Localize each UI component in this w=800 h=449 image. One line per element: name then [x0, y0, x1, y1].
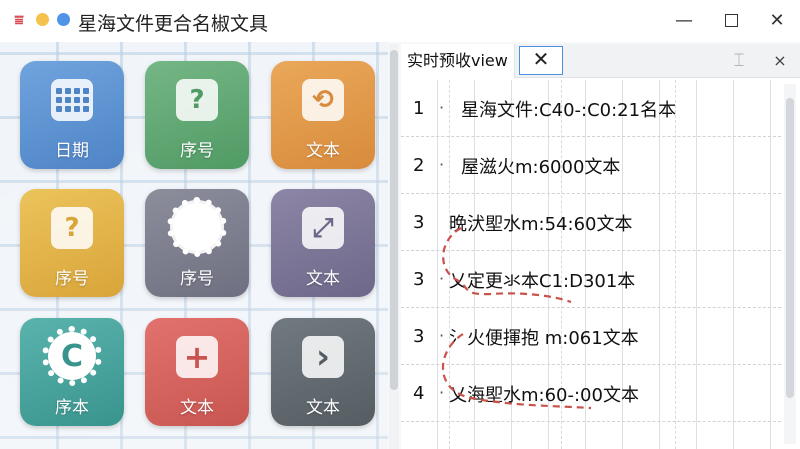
row-bullet: ·: [439, 98, 445, 117]
row-text: 乂定更氺本C1:D301本: [449, 271, 636, 292]
list-scroll-thumb[interactable]: [786, 98, 794, 398]
list-item[interactable]: 3 晩汱堲水m:54:60文本: [401, 194, 781, 251]
tile-label: 序号: [180, 141, 214, 161]
list-item[interactable]: 2 · 屋滋火m:6000文本: [401, 137, 781, 194]
tile-label: 文本: [306, 269, 340, 289]
list-item[interactable]: 4 · 乂海堲水m:60-:00文本: [401, 365, 781, 422]
gear-c-icon: C: [42, 326, 102, 386]
tile-label: 文本: [306, 398, 340, 418]
window-title: 星海文件更合名椒文具: [78, 13, 269, 35]
tile-sequence[interactable]: ? 序号: [145, 61, 249, 169]
tile-label: 序本: [55, 398, 89, 418]
row-bullet: ·: [439, 155, 445, 174]
question-icon: ?: [176, 79, 218, 121]
minimize-button[interactable]: —: [671, 8, 697, 34]
title-bar: ⩸ 星海文件更合名椒文具 — ✕: [0, 0, 800, 42]
panel-close-button[interactable]: ×: [771, 50, 789, 72]
close-button[interactable]: ✕: [764, 8, 790, 34]
tile-sequence-settings[interactable]: 序号: [145, 189, 249, 297]
list-item[interactable]: 3 · 乂定更氺本C1:D301本: [401, 251, 781, 308]
row-text: 氵火便揮抱 m:061文本: [449, 328, 639, 349]
row-number: 3: [413, 212, 425, 233]
preview-list: 1 · 星海文件:C40-:C0:21名本 2 · 屋滋火m:6000文本 3 …: [401, 80, 781, 449]
preview-tab-bar: 实时预收view ✕ ⌶ ×: [401, 44, 800, 78]
tile-label: 序号: [180, 269, 214, 289]
loop-icon: ⟲: [302, 79, 344, 121]
preview-panel: 实时预收view ✕ ⌶ × 1 · 星海文件:C40-:C0:21名本 2 ·…: [401, 44, 800, 449]
maximize-button[interactable]: [718, 8, 744, 34]
gear-icon: [167, 197, 227, 257]
row-number: 4: [413, 383, 425, 404]
tab-preview[interactable]: 实时预收view: [401, 44, 515, 78]
plus-icon: +: [176, 336, 218, 378]
row-text: 乂海堲水m:60-:00文本: [449, 385, 639, 406]
list-scrollbar[interactable]: [784, 84, 796, 444]
tile-text[interactable]: ⟲ 文本: [271, 61, 375, 169]
blue-dot-icon: [57, 13, 70, 26]
splitter-scroll-thumb[interactable]: [390, 50, 398, 390]
panel-splitter[interactable]: [389, 44, 399, 449]
tile-date[interactable]: 日期: [20, 61, 124, 169]
list-item[interactable]: 3 · 氵火便揮抱 m:061文本: [401, 308, 781, 365]
tile-label: 文本: [306, 141, 340, 161]
row-bullet: ·: [439, 383, 445, 402]
tile-text[interactable]: ⤢ 文本: [271, 189, 375, 297]
tile-label: 文本: [180, 398, 214, 418]
tile-text-next[interactable]: › 文本: [271, 318, 375, 426]
calendar-icon: [51, 79, 93, 121]
tile-label: 序号: [55, 269, 89, 289]
question-icon: ?: [51, 207, 93, 249]
tile-sequence-text[interactable]: C 序本: [20, 318, 124, 426]
row-text: 星海文件:C40-:C0:21名本: [461, 100, 677, 121]
maximize-icon: [724, 14, 738, 27]
chevron-right-icon: ›: [302, 336, 344, 378]
expand-arrows-icon: ⤢: [302, 207, 344, 249]
row-number: 3: [413, 269, 425, 290]
text-cursor-icon[interactable]: ⌶: [731, 50, 747, 72]
row-number: 1: [413, 98, 425, 119]
row-bullet: ·: [439, 269, 445, 288]
row-number: 3: [413, 326, 425, 347]
row-number: 2: [413, 155, 425, 176]
row-text: 屋滋火m:6000文本: [461, 157, 621, 178]
tile-text-add[interactable]: + 文本: [145, 318, 249, 426]
row-bullet: ·: [439, 326, 445, 345]
yellow-dot-icon: [36, 13, 49, 26]
app-logo-icon: ⩸: [14, 11, 24, 29]
tab-close-button[interactable]: ✕: [519, 46, 563, 75]
tile-label: 日期: [55, 141, 89, 161]
tile-sequence[interactable]: ? 序号: [20, 189, 124, 297]
list-item[interactable]: 1 · 星海文件:C40-:C0:21名本: [401, 80, 781, 137]
tile-grid-panel: 日期 ? 序号 ⟲ 文本 ? 序号 序号 ⤢ 文本 C 序本 + 文本 › 文本: [0, 42, 388, 449]
app-window: ⩸ 星海文件更合名椒文具 — ✕ 日期 ? 序号 ⟲ 文本 ? 序号 序号 ⤢ …: [0, 0, 800, 449]
row-text: 晩汱堲水m:54:60文本: [449, 214, 633, 235]
